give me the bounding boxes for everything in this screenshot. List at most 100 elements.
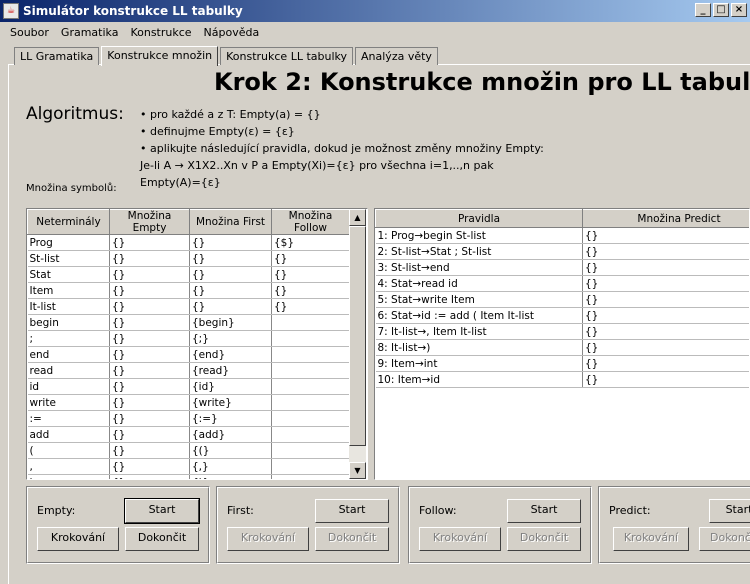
rules-table-row[interactable]: 6: Stat→id := add ( Item It-list{} [375, 307, 749, 324]
follow-start-button[interactable]: Start [507, 499, 581, 523]
table-cell[interactable]: 9: Item→int [375, 355, 583, 372]
table-cell[interactable]: 3: St-list→end [375, 259, 583, 276]
table-cell[interactable]: {} [109, 298, 190, 315]
empty-finish-button[interactable]: Dokončit [125, 527, 199, 551]
table-cell[interactable] [271, 362, 350, 379]
header-pravidla[interactable]: Pravidla [375, 209, 583, 228]
maximize-button[interactable]: □ [713, 3, 729, 17]
rules-table-row[interactable]: 3: St-list→end{} [375, 259, 749, 276]
table-cell[interactable]: {)} [189, 474, 272, 479]
table-cell[interactable]: {} [109, 442, 190, 459]
table-cell[interactable] [271, 394, 350, 411]
symbols-table-row[interactable]: id{} {id} [27, 378, 350, 395]
symbols-table-row[interactable]: write{} {write} [27, 394, 350, 411]
table-cell[interactable]: ) [27, 474, 110, 479]
header-neterminaly[interactable]: Neterminály [27, 209, 110, 235]
table-cell[interactable] [271, 474, 350, 479]
table-cell[interactable]: Prog [27, 234, 110, 251]
table-cell[interactable]: {} [189, 234, 272, 251]
table-cell[interactable]: {} [109, 426, 190, 443]
table-cell[interactable]: {} [189, 298, 272, 315]
table-cell[interactable]: {,} [189, 458, 272, 475]
rules-table-row[interactable]: 7: It-list→, Item It-list{} [375, 323, 749, 340]
table-cell[interactable]: {} [582, 307, 749, 324]
menu-gramatika[interactable]: Gramatika [55, 26, 125, 39]
close-button[interactable]: × [731, 3, 747, 17]
table-cell[interactable]: {} [271, 250, 350, 267]
table-cell[interactable]: {} [582, 371, 749, 388]
table-cell[interactable]: 8: It-list→) [375, 339, 583, 356]
follow-finish-button[interactable]: Dokončit [507, 527, 581, 551]
tab-konstrukce-ll-tabulky[interactable]: Konstrukce LL tabulky [220, 47, 354, 65]
table-cell[interactable]: {} [109, 346, 190, 363]
rules-table-row[interactable]: 10: Item→id{} [375, 371, 749, 388]
table-cell[interactable]: {(} [189, 442, 272, 459]
first-start-button[interactable]: Start [315, 499, 389, 523]
table-cell[interactable]: ( [27, 442, 110, 459]
table-cell[interactable]: {end} [189, 346, 272, 363]
symbols-table-row[interactable]: Stat{}{}{} [27, 266, 350, 283]
table-cell[interactable]: {:=} [189, 410, 272, 427]
symbols-table-row[interactable]: Prog{}{} {$} [27, 234, 350, 251]
follow-step-button[interactable]: Krokování [419, 527, 501, 551]
table-cell[interactable]: {} [582, 227, 749, 244]
table-cell[interactable]: {} [109, 362, 190, 379]
symbols-table-row[interactable]: St-list{}{}{} [27, 250, 350, 267]
table-cell[interactable]: {} [582, 259, 749, 276]
table-cell[interactable]: begin [27, 314, 110, 331]
rules-table-row[interactable]: 5: Stat→write Item{} [375, 291, 749, 308]
table-cell[interactable]: {} [189, 282, 272, 299]
table-cell[interactable]: {} [109, 330, 190, 347]
table-cell[interactable] [271, 378, 350, 395]
tab-ll-gramatika[interactable]: LL Gramatika [14, 47, 100, 65]
table-cell[interactable]: {} [109, 394, 190, 411]
tab-konstrukce-mnozin[interactable]: Konstrukce množin [101, 46, 219, 66]
rules-table-row[interactable]: 1: Prog→begin St-list{} [375, 227, 749, 244]
symbols-table-row[interactable]: ,{} {,} [27, 458, 350, 475]
symbols-table-row[interactable]: ){}{)} [27, 474, 350, 479]
table-cell[interactable] [271, 346, 350, 363]
symbols-table-row[interactable]: begin{} {begin} [27, 314, 350, 331]
first-step-button[interactable]: Krokování [227, 527, 309, 551]
menu-konstrukce[interactable]: Konstrukce [124, 26, 197, 39]
table-cell[interactable]: read [27, 362, 110, 379]
scroll-thumb[interactable] [349, 226, 366, 446]
table-cell[interactable]: {} [109, 282, 190, 299]
header-mnozina-predict[interactable]: Množina Predict [582, 209, 749, 228]
table-cell[interactable]: {} [109, 410, 190, 427]
predict-step-button[interactable]: Krokování [613, 527, 689, 551]
table-cell[interactable] [271, 330, 350, 347]
scroll-up-icon[interactable]: ▲ [349, 209, 366, 226]
empty-step-button[interactable]: Krokování [37, 527, 119, 551]
table-cell[interactable]: {id} [189, 378, 272, 395]
table-cell[interactable]: {} [582, 243, 749, 260]
table-cell[interactable]: {;} [189, 330, 272, 347]
table-cell[interactable]: {} [582, 275, 749, 292]
table-cell[interactable]: 5: Stat→write Item [375, 291, 583, 308]
table-cell[interactable]: {} [109, 314, 190, 331]
table-cell[interactable]: {} [109, 474, 190, 479]
table-cell[interactable]: {begin} [189, 314, 272, 331]
table-cell[interactable]: id [27, 378, 110, 395]
symbols-table-row[interactable]: add{} {add} [27, 426, 350, 443]
rules-table-row[interactable]: 4: Stat→read id{} [375, 275, 749, 292]
table-cell[interactable]: 1: Prog→begin St-list [375, 227, 583, 244]
table-cell[interactable]: 7: It-list→, Item It-list [375, 323, 583, 340]
table-cell[interactable] [271, 426, 350, 443]
table-cell[interactable]: , [27, 458, 110, 475]
table-cell[interactable]: {} [109, 266, 190, 283]
table-cell[interactable]: {add} [189, 426, 272, 443]
table-cell[interactable]: {} [582, 291, 749, 308]
rules-table-row[interactable]: 9: Item→int{} [375, 355, 749, 372]
table-cell[interactable]: Item [27, 282, 110, 299]
scroll-down-icon[interactable]: ▼ [349, 462, 366, 479]
table-cell[interactable]: {} [109, 250, 190, 267]
table-cell[interactable]: ; [27, 330, 110, 347]
header-mnozina-empty[interactable]: Množina Empty [109, 209, 190, 235]
rules-table-row[interactable]: 2: St-list→Stat ; St-list{} [375, 243, 749, 260]
table-cell[interactable]: {write} [189, 394, 272, 411]
table-cell[interactable]: := [27, 410, 110, 427]
symbols-table-row[interactable]: end{} {end} [27, 346, 350, 363]
header-mnozina-follow[interactable]: Množina Follow [271, 209, 350, 235]
menu-soubor[interactable]: Soubor [4, 26, 55, 39]
